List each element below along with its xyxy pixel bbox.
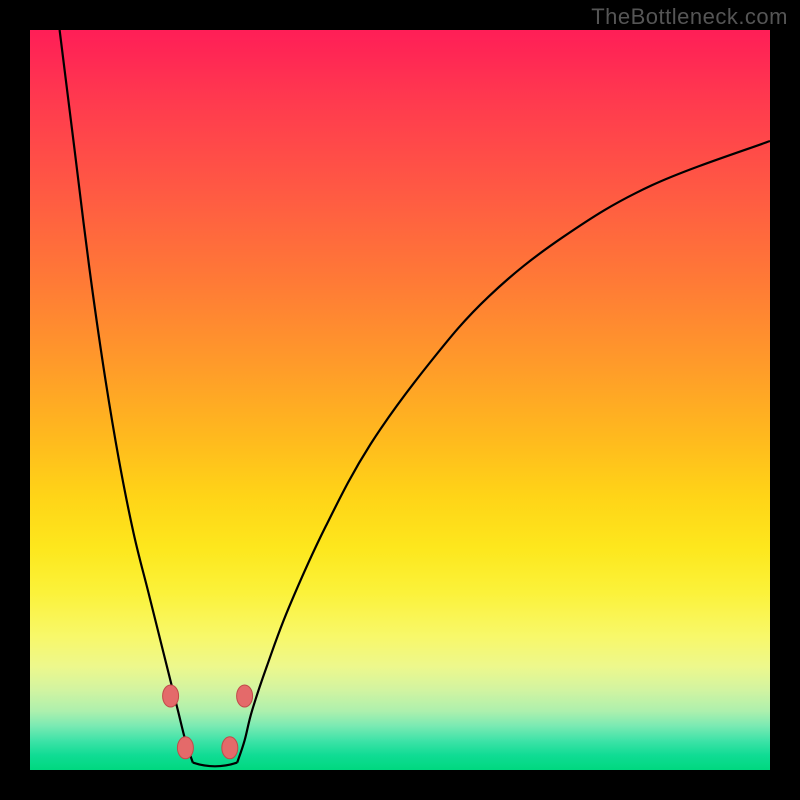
bottleneck-curve (30, 30, 770, 770)
curve-right-branch (237, 141, 770, 763)
marker-dot (177, 737, 193, 759)
plot-area (30, 30, 770, 770)
curve-left-branch (60, 30, 193, 763)
chart-frame: TheBottleneck.com (0, 0, 800, 800)
marker-dot (237, 685, 253, 707)
curve-trough (193, 763, 237, 767)
marker-dot (163, 685, 179, 707)
marker-dot (222, 737, 238, 759)
watermark-text: TheBottleneck.com (591, 4, 788, 30)
